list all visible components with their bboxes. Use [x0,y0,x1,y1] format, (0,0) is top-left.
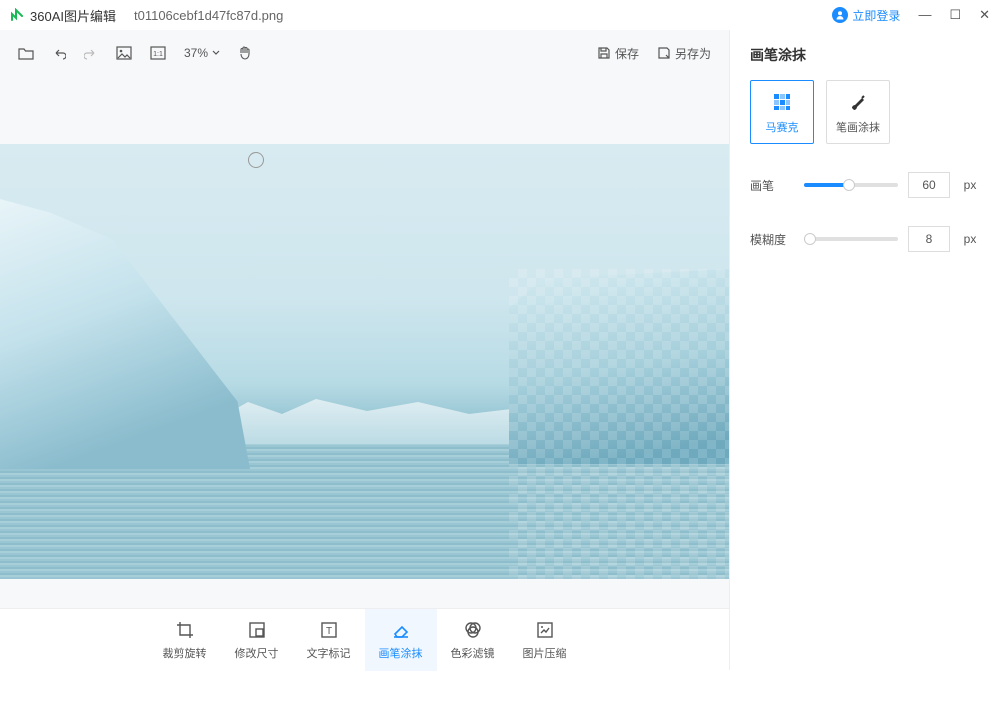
tab-compress-label: 图片压缩 [523,645,567,661]
side-panel: 画笔涂抹 马赛克 笔画涂抹 画笔 60 px 模糊度 [730,30,1000,670]
blur-label: 模糊度 [750,231,794,248]
tab-filter[interactable]: 色彩滤镜 [437,609,509,671]
chevron-down-icon [212,49,220,57]
image-icon[interactable] [116,46,132,60]
image-stage [0,144,729,579]
footer-tabs: 裁剪旋转 修改尺寸 T 文字标记 画笔涂抹 色彩滤镜 图片压缩 [0,608,729,670]
resize-icon [246,619,268,641]
filter-icon [462,619,484,641]
login-button[interactable]: 立即登录 [826,5,906,26]
save-label: 保存 [615,45,639,62]
save-as-icon [657,46,671,60]
tab-crop-label: 裁剪旋转 [163,645,207,661]
close-button[interactable]: ✕ [979,7,990,23]
minimize-button[interactable]: ― [918,7,931,23]
file-name: t01106cebf1d47fc87d.png [134,8,283,23]
save-icon [597,46,611,60]
slider-thumb[interactable] [804,233,816,245]
tab-filter-label: 色彩滤镜 [451,645,495,661]
option-mosaic[interactable]: 马赛克 [750,80,814,144]
toolbar: 1:1 37% 保存 另存为 [0,30,729,76]
fit-icon[interactable]: 1:1 [150,46,166,60]
brush-size-row: 画笔 60 px [750,172,980,198]
app-title: 360AI图片编辑 [30,6,116,25]
svg-text:1:1: 1:1 [153,51,163,58]
brush-cursor-preview [248,152,264,168]
undo-icon[interactable] [52,46,66,60]
eraser-icon [390,619,412,641]
tab-resize[interactable]: 修改尺寸 [221,609,293,671]
app-logo [10,8,24,22]
mosaic-effect-overlay [509,269,729,579]
maximize-button[interactable]: ☐ [949,7,961,23]
option-mosaic-label: 马赛克 [766,119,799,135]
tab-resize-label: 修改尺寸 [235,645,279,661]
open-file-icon[interactable] [18,46,34,60]
brush-size-label: 画笔 [750,177,794,194]
save-as-label: 另存为 [675,45,711,62]
redo-icon[interactable] [84,46,98,60]
slider-thumb[interactable] [843,179,855,191]
svg-text:T: T [325,626,331,637]
zoom-value: 37% [184,46,208,60]
brush-icon [846,90,870,114]
image-glacier-left [0,199,250,469]
save-as-button[interactable]: 另存为 [657,45,711,62]
tab-text-label: 文字标记 [307,645,351,661]
brush-size-unit: px [960,178,980,192]
blur-unit: px [960,232,980,246]
mosaic-icon [770,90,794,114]
zoom-level[interactable]: 37% [184,46,220,60]
text-icon: T [318,619,340,641]
titlebar: 360AI图片编辑 t01106cebf1d47fc87d.png 立即登录 ―… [0,0,1000,30]
option-brush-label: 笔画涂抹 [836,119,880,135]
canvas-area[interactable] [0,76,729,608]
blur-value[interactable]: 8 [908,226,950,252]
tab-crop-rotate[interactable]: 裁剪旋转 [149,609,221,671]
brush-size-value[interactable]: 60 [908,172,950,198]
blur-row: 模糊度 8 px [750,226,980,252]
tab-brush[interactable]: 画笔涂抹 [365,609,437,671]
crop-icon [174,619,196,641]
brush-size-slider[interactable] [804,183,898,187]
blur-slider[interactable] [804,237,898,241]
tab-text[interactable]: T 文字标记 [293,609,365,671]
save-button[interactable]: 保存 [597,45,639,62]
option-brush-draw[interactable]: 笔画涂抹 [826,80,890,144]
avatar-icon [832,7,848,23]
compress-icon [534,619,556,641]
tab-brush-label: 画笔涂抹 [379,645,423,661]
login-label: 立即登录 [852,7,900,24]
hand-tool-icon[interactable] [238,45,252,61]
tab-compress[interactable]: 图片压缩 [509,609,581,671]
panel-title: 画笔涂抹 [750,45,980,65]
